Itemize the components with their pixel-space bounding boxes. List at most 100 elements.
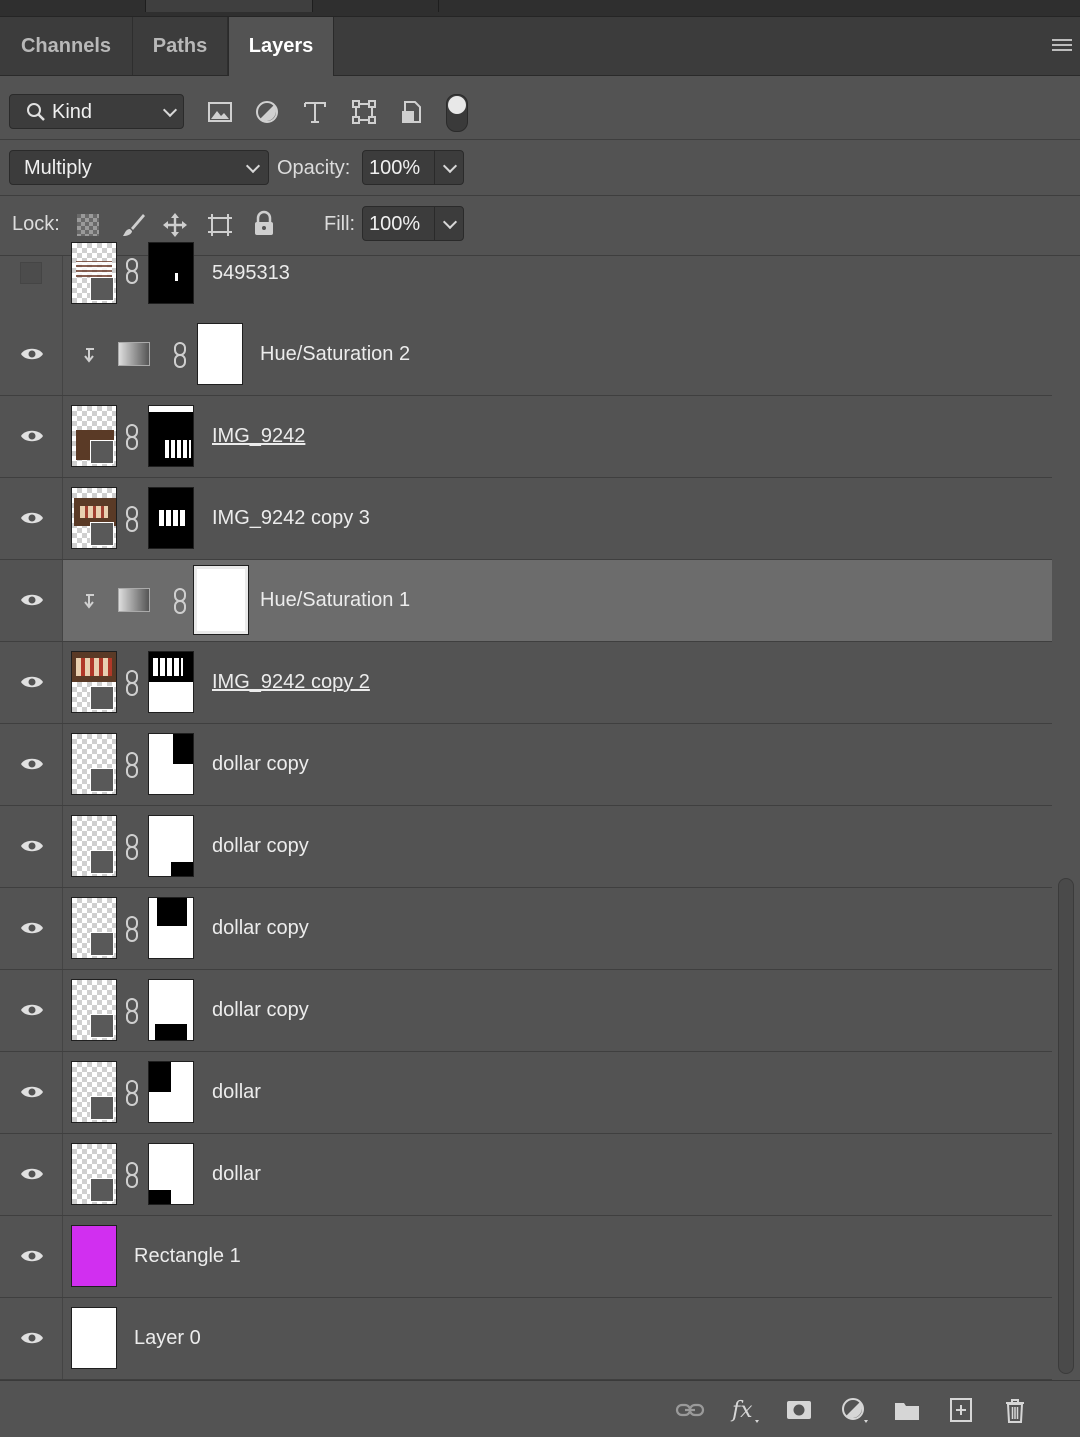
layer-row[interactable]: IMG_9242 copy 2	[0, 642, 1052, 724]
new-group-folder-icon[interactable]	[892, 1395, 922, 1425]
layer-name[interactable]: dollar	[212, 1163, 261, 1186]
layer-mask-thumbnail[interactable]	[148, 733, 194, 795]
layer-name[interactable]: Rectangle 1	[134, 1245, 241, 1268]
layer-thumbnail[interactable]	[71, 651, 117, 713]
link-chain-icon[interactable]	[125, 670, 139, 696]
link-chain-icon[interactable]	[173, 588, 187, 614]
chevron-down-icon[interactable]	[442, 158, 458, 174]
lock-image-pixels-brush-icon[interactable]	[119, 210, 149, 240]
new-adjustment-layer-icon[interactable]	[838, 1395, 868, 1425]
lock-all-padlock-icon[interactable]	[249, 209, 279, 239]
layer-name[interactable]: IMG_9242 copy 3	[212, 507, 370, 530]
layer-thumbnail[interactable]	[71, 815, 117, 877]
eye-icon[interactable]	[20, 674, 44, 690]
shape-layer-thumbnail[interactable]	[71, 1225, 117, 1287]
eye-icon[interactable]	[20, 1166, 44, 1182]
filter-smart-objects-icon[interactable]	[397, 97, 427, 127]
layer-row[interactable]: dollar copy	[0, 888, 1052, 970]
filter-kind-dropdown[interactable]: Kind	[9, 94, 184, 129]
eye-icon[interactable]	[20, 346, 44, 362]
link-chain-icon[interactable]	[125, 998, 139, 1024]
layer-thumbnail[interactable]	[71, 405, 117, 467]
layer-name[interactable]: dollar copy	[212, 917, 309, 940]
layer-name[interactable]: dollar	[212, 1081, 261, 1104]
link-layers-icon[interactable]	[675, 1395, 705, 1425]
layer-name[interactable]: Hue/Saturation 1	[260, 589, 410, 612]
layer-row[interactable]: dollar copy	[0, 970, 1052, 1052]
link-chain-icon[interactable]	[125, 916, 139, 942]
link-chain-icon[interactable]	[125, 1080, 139, 1106]
link-chain-icon[interactable]	[125, 424, 139, 450]
layer-mask-thumbnail[interactable]	[148, 242, 194, 304]
link-chain-icon[interactable]	[125, 506, 139, 532]
filter-shape-layers-icon[interactable]	[349, 97, 379, 127]
layer-row[interactable]: dollar copy	[0, 724, 1052, 806]
link-chain-icon[interactable]	[125, 1162, 139, 1188]
lock-position-move-icon[interactable]	[160, 210, 190, 240]
layer-thumbnail[interactable]	[71, 979, 117, 1041]
eye-icon[interactable]	[20, 1084, 44, 1100]
hue-saturation-adjustment-icon[interactable]	[118, 588, 150, 612]
eye-icon[interactable]	[20, 428, 44, 444]
eye-icon[interactable]	[20, 1330, 44, 1346]
layer-mask-thumbnail[interactable]	[148, 1143, 194, 1205]
layer-mask-thumbnail[interactable]	[148, 1061, 194, 1123]
layer-mask-thumbnail[interactable]	[148, 897, 194, 959]
tab-channels[interactable]: Channels	[0, 17, 133, 75]
pixel-layer-thumbnail[interactable]	[71, 1307, 117, 1369]
opacity-field[interactable]: 100%	[362, 150, 464, 185]
chevron-down-icon[interactable]	[442, 214, 458, 230]
fill-field[interactable]: 100%	[362, 206, 464, 241]
filter-adjustment-layers-icon[interactable]	[252, 97, 282, 127]
layer-name[interactable]: dollar copy	[212, 999, 309, 1022]
layer-row[interactable]: Hue/Saturation 2	[0, 314, 1052, 396]
layer-mask-thumbnail-selected[interactable]	[193, 565, 249, 635]
link-chain-icon[interactable]	[125, 834, 139, 860]
layer-thumbnail[interactable]	[71, 897, 117, 959]
link-chain-icon[interactable]	[173, 342, 187, 368]
link-chain-icon[interactable]	[125, 752, 139, 778]
layer-row[interactable]: dollar	[0, 1052, 1052, 1134]
layer-row[interactable]: Rectangle 1	[0, 1216, 1052, 1298]
eye-icon[interactable]	[20, 756, 44, 772]
layer-name[interactable]: Hue/Saturation 2	[260, 343, 410, 366]
layer-thumbnail[interactable]	[71, 1061, 117, 1123]
layer-mask-thumbnail[interactable]	[197, 323, 243, 385]
layer-mask-thumbnail[interactable]	[148, 979, 194, 1041]
panel-menu-icon[interactable]	[1052, 39, 1072, 55]
eye-icon[interactable]	[20, 920, 44, 936]
layer-row[interactable]: 5495313	[0, 242, 1052, 315]
eye-icon[interactable]	[20, 592, 44, 608]
layer-row[interactable]: IMG_9242	[0, 396, 1052, 478]
filter-pixel-layers-icon[interactable]	[205, 97, 235, 127]
layer-name[interactable]: dollar copy	[212, 835, 309, 858]
filter-toggle-switch[interactable]	[446, 94, 468, 132]
lock-transparent-pixels-icon[interactable]	[77, 214, 99, 236]
layer-name[interactable]: Layer 0	[134, 1327, 201, 1350]
layer-row[interactable]: dollar	[0, 1134, 1052, 1216]
visibility-toggle-off[interactable]	[20, 262, 42, 284]
eye-icon[interactable]	[20, 510, 44, 526]
layer-thumbnail[interactable]	[71, 242, 117, 304]
eye-icon[interactable]	[20, 1248, 44, 1264]
blend-mode-dropdown[interactable]: Multiply	[9, 150, 269, 185]
lock-artboard-icon[interactable]	[205, 210, 235, 240]
layer-thumbnail[interactable]	[71, 1143, 117, 1205]
layer-name[interactable]: dollar copy	[212, 753, 309, 776]
layer-mask-thumbnail[interactable]	[148, 651, 194, 713]
layer-style-fx-icon[interactable]: fx	[729, 1395, 759, 1425]
layers-scrollbar-thumb[interactable]	[1058, 878, 1074, 1374]
tab-layers[interactable]: Layers	[228, 17, 334, 76]
layer-mask-thumbnail[interactable]	[148, 487, 194, 549]
delete-layer-trash-icon[interactable]	[1000, 1395, 1030, 1425]
layer-row[interactable]: dollar copy	[0, 806, 1052, 888]
add-mask-icon[interactable]	[784, 1395, 814, 1425]
layer-row[interactable]: IMG_9242 copy 3	[0, 478, 1052, 560]
layer-row-selected[interactable]: Hue/Saturation 1	[0, 560, 1052, 642]
layer-thumbnail[interactable]	[71, 733, 117, 795]
layer-thumbnail[interactable]	[71, 487, 117, 549]
layer-name[interactable]: 5495313	[212, 262, 290, 285]
filter-type-layers-icon[interactable]	[300, 97, 330, 127]
layer-name[interactable]: IMG_9242	[212, 425, 305, 448]
layer-name[interactable]: IMG_9242 copy 2	[212, 671, 370, 694]
